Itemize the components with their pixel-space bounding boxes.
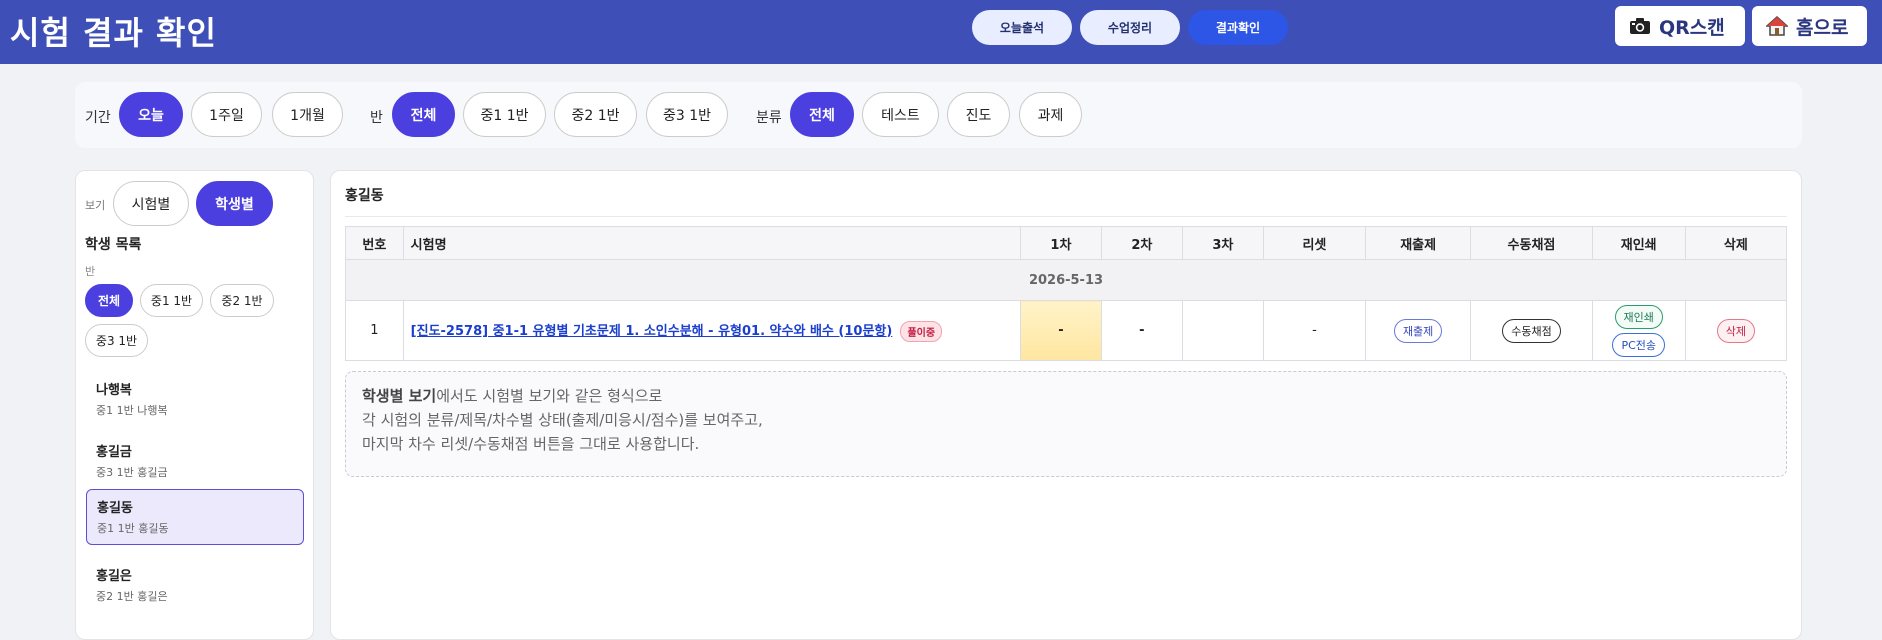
view-by-student-toggle[interactable]: 학생별	[196, 181, 273, 226]
student-item[interactable]: 홍길은 중2 1반 홍길은	[86, 558, 304, 614]
note-line-3: 마지막 차수 리셋/수동채점 버튼을 그대로 사용합니다.	[362, 435, 700, 453]
table-row: 1 [진도-2578] 중1-1 유형별 기초문제 1. 소인수분해 - 유형0…	[345, 300, 1788, 361]
delete-button[interactable]: 삭제	[1716, 318, 1755, 343]
student-name: 홍길동	[97, 501, 133, 516]
qr-scan-button[interactable]: QR스캔	[1615, 6, 1745, 46]
note-line-2: 각 시험의 분류/제목/차수별 상태(출제/미응시/점수)를 보여주고,	[362, 411, 763, 429]
student-class: 중1 1반 나행복	[96, 404, 168, 417]
student-name: 홍길은	[96, 569, 132, 584]
round3-cell	[1181, 300, 1264, 361]
col-reissue: 재출제	[1365, 226, 1472, 260]
class-all-chip[interactable]: 전체	[392, 92, 455, 137]
info-note: 학생별 보기에서도 시험별 보기와 같은 형식으로 각 시험의 분류/제목/차수…	[345, 371, 1787, 477]
divider	[345, 216, 1787, 217]
filter-bar: 기간 오늘 1주일 1개월 반 전체 중1 1반 중2 1반 중3 1반 분류 …	[75, 82, 1802, 148]
nav-lesson-summary-button[interactable]: 수업정리	[1080, 10, 1180, 45]
selected-student-title: 홍길동	[345, 188, 384, 204]
note-emphasis: 학생별 보기	[362, 387, 437, 405]
table-header-row: 번호 시험명 1차 2차 3차 리셋 재출제 수동채점 재인쇄 삭제	[345, 226, 1788, 260]
category-all-chip[interactable]: 전체	[790, 92, 854, 137]
note-line-1: 학생별 보기에서도 시험별 보기와 같은 형식으로	[362, 384, 1770, 408]
col-delete: 삭제	[1684, 226, 1788, 260]
col-round3: 3차	[1181, 226, 1264, 260]
page-title: 시험 결과 확인	[10, 14, 217, 52]
col-manual-grade: 수동채점	[1470, 226, 1593, 260]
results-table: 번호 시험명 1차 2차 3차 리셋 재출제 수동채점 재인쇄 삭제 2026-…	[345, 226, 1788, 361]
period-week-chip[interactable]: 1주일	[191, 92, 262, 137]
row-number: 1	[345, 300, 404, 361]
class-m2-chip[interactable]: 중2 1반	[554, 92, 637, 137]
period-today-chip[interactable]: 오늘	[119, 92, 183, 137]
round2-cell[interactable]: -	[1100, 300, 1183, 361]
student-list-panel: 보기 시험별 학생별 학생 목록 반 전체 중1 1반 중2 1반 중3 1반 …	[75, 170, 314, 640]
student-class-label: 반	[85, 265, 96, 278]
date-group-label: 2026-5-13	[345, 259, 1787, 301]
exam-cell: [진도-2578] 중1-1 유형별 기초문제 1. 소인수분해 - 유형01.…	[402, 300, 1021, 361]
class-m3-chip[interactable]: 중3 1반	[646, 92, 728, 137]
camera-icon	[1630, 18, 1650, 34]
qr-scan-label: QR스캔	[1659, 16, 1725, 39]
home-label: 홈으로	[1796, 16, 1849, 39]
status-badge: 풀이중	[900, 320, 943, 342]
student-item-selected[interactable]: 홍길동 중1 1반 홍길동	[86, 489, 304, 545]
note-line-1-text: 에서도 시험별 보기와 같은 형식으로	[436, 387, 663, 405]
col-reprint: 재인쇄	[1591, 226, 1686, 260]
view-by-exam-toggle[interactable]: 시험별	[113, 181, 189, 226]
nav-attendance-button[interactable]: 오늘출석	[972, 10, 1072, 45]
student-list-title: 학생 목록	[85, 237, 142, 253]
period-label: 기간	[85, 110, 111, 126]
category-progress-chip[interactable]: 진도	[947, 92, 1010, 137]
col-reset: 리셋	[1262, 226, 1367, 260]
student-class-m2-chip[interactable]: 중2 1반	[210, 284, 274, 317]
nav-results-button[interactable]: 결과확인	[1188, 10, 1288, 45]
category-test-chip[interactable]: 테스트	[862, 92, 939, 137]
class-filter-label: 반	[370, 110, 383, 126]
category-homework-chip[interactable]: 과제	[1019, 92, 1082, 137]
student-name: 홍길금	[96, 445, 132, 460]
round1-cell[interactable]: -	[1019, 300, 1102, 361]
reissue-cell: 재출제	[1365, 300, 1472, 361]
student-class-all-chip[interactable]: 전체	[85, 284, 133, 317]
home-button[interactable]: 홈으로	[1752, 6, 1867, 46]
student-class: 중3 1반 홍길금	[96, 466, 168, 479]
reprint-button[interactable]: 재인쇄	[1614, 304, 1663, 329]
reissue-button[interactable]: 재출제	[1393, 318, 1443, 343]
col-round2: 2차	[1100, 226, 1183, 260]
col-exam-name: 시험명	[402, 226, 1021, 260]
student-name: 나행복	[96, 383, 132, 398]
manual-grade-button[interactable]: 수동채점	[1502, 318, 1561, 343]
home-icon	[1766, 15, 1788, 36]
pc-send-button[interactable]: PC전송	[1612, 332, 1665, 357]
reset-cell: -	[1262, 300, 1367, 361]
results-panel: 홍길동 번호 시험명 1차 2차 3차 리셋 재출제 수동채점 재인쇄 삭제 2…	[330, 170, 1802, 640]
student-class: 중1 1반 홍길동	[97, 522, 169, 535]
col-round1: 1차	[1019, 226, 1102, 260]
col-number: 번호	[345, 226, 404, 260]
reprint-cell: 재인쇄 PC전송	[1591, 300, 1686, 361]
top-header: 시험 결과 확인 오늘출석 수업정리 결과확인 QR스캔 홈으로	[0, 0, 1882, 64]
student-item[interactable]: 홍길금 중3 1반 홍길금	[86, 434, 304, 490]
exam-title-link[interactable]: [진도-2578] 중1-1 유형별 기초문제 1. 소인수분해 - 유형01.…	[411, 324, 893, 339]
period-month-chip[interactable]: 1개월	[272, 92, 343, 137]
main-nav: 오늘출석 수업정리 결과확인	[972, 10, 1288, 45]
student-item[interactable]: 나행복 중1 1반 나행복	[86, 372, 304, 428]
student-class: 중2 1반 홍길은	[96, 590, 168, 603]
student-class-m1-chip[interactable]: 중1 1반	[140, 284, 203, 317]
delete-cell: 삭제	[1684, 300, 1788, 361]
student-class-m3-chip[interactable]: 중3 1반	[85, 324, 148, 357]
manual-grade-cell: 수동채점	[1470, 300, 1593, 361]
view-label: 보기	[85, 199, 106, 212]
date-group-row: 2026-5-13	[345, 259, 1787, 301]
class-m1-chip[interactable]: 중1 1반	[463, 92, 546, 137]
category-label: 분류	[756, 110, 782, 126]
